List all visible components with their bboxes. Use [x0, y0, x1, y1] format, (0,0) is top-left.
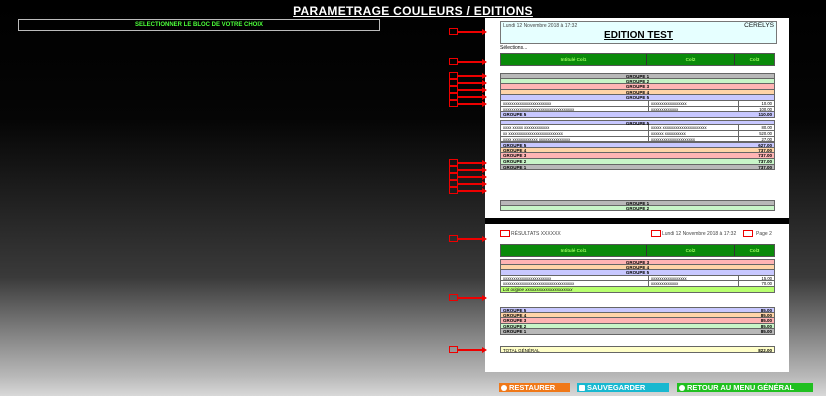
column-header: Intitulé Col1 — [501, 245, 647, 256]
back-icon — [679, 384, 685, 391]
column-header: Col3 — [749, 248, 760, 253]
group-2-footer[interactable]: GROUPE 2 — [500, 205, 775, 212]
edition-title: EDITION TEST — [604, 30, 673, 41]
arrow-pointer — [449, 187, 489, 195]
lot-origine-row[interactable]: Lot origine xxxxxxxxxxxxxxxxxxxxx — [500, 286, 775, 293]
group-5-total[interactable]: GROUPE 5 110.00 — [500, 112, 775, 118]
back-to-menu-button[interactable]: RETOUR AU MENU GÉNÉRAL — [677, 383, 813, 392]
column-header: Intitulé Col1 — [501, 54, 647, 65]
column-header-row[interactable]: Intitulé Col1 Col2 Col3 — [500, 53, 775, 66]
restore-button[interactable]: RESTAURER — [499, 383, 570, 392]
column-header: Col2 — [647, 245, 735, 256]
column-header-row[interactable]: Intitulé Col1 Col2 Col3 — [500, 244, 775, 257]
checkbox-icon — [743, 230, 753, 237]
column-header: Col3 — [749, 57, 760, 62]
group-5-block[interactable]: GROUPE 5 — [500, 95, 775, 101]
arrow-pointer — [449, 28, 489, 36]
save-icon — [579, 384, 585, 391]
header-date: Lundi 12 Novembre 2018 à 17:32 — [503, 23, 578, 29]
arrow-pointer — [449, 294, 489, 302]
grand-total-row[interactable]: TOTAL GÉNÉRAL 822.00 — [500, 346, 775, 353]
group-5-block[interactable]: GROUPE 5 — [500, 270, 775, 276]
results-label-block[interactable]: RÉSULTATS XXXXXX — [500, 230, 561, 237]
edition-header-block[interactable]: Lundi 12 Novembre 2018 à 17:32 CERELYS E… — [500, 21, 777, 44]
arrow-pointer — [449, 58, 489, 66]
column-header: Col2 — [647, 54, 735, 65]
select-prompt: SELECTIONNER LE BLOC DE VOTRE CHOIX — [18, 19, 380, 31]
page-number-block[interactable]: Page 2 — [743, 230, 772, 237]
selections-label: Sélections... — [500, 45, 528, 51]
arrow-pointer — [449, 235, 489, 243]
checkbox-icon — [651, 230, 661, 237]
group-5-header[interactable]: GROUPE 5 — [500, 119, 775, 126]
group-1-subtotal[interactable]: GROUPE 1 85.00 — [500, 329, 775, 335]
page-title: PARAMETRAGE COULEURS / EDITIONS — [293, 4, 533, 18]
arrow-pointer — [449, 346, 489, 354]
save-button[interactable]: SAUVEGARDER — [577, 383, 669, 392]
arrow-pointer — [449, 100, 489, 108]
checkbox-icon — [500, 230, 510, 237]
group-1-subtotal[interactable]: GROUPE 1 737.00 — [500, 164, 775, 171]
header-brand: CERELYS — [744, 22, 774, 29]
date-block[interactable]: Lundi 12 Novembre 2018 à 17:32 — [651, 230, 736, 237]
restore-icon — [501, 384, 507, 391]
preview-page-2: RÉSULTATS XXXXXX Lundi 12 Novembre 2018 … — [485, 224, 789, 372]
preview-page-1: Lundi 12 Novembre 2018 à 17:32 CERELYS E… — [485, 18, 789, 218]
